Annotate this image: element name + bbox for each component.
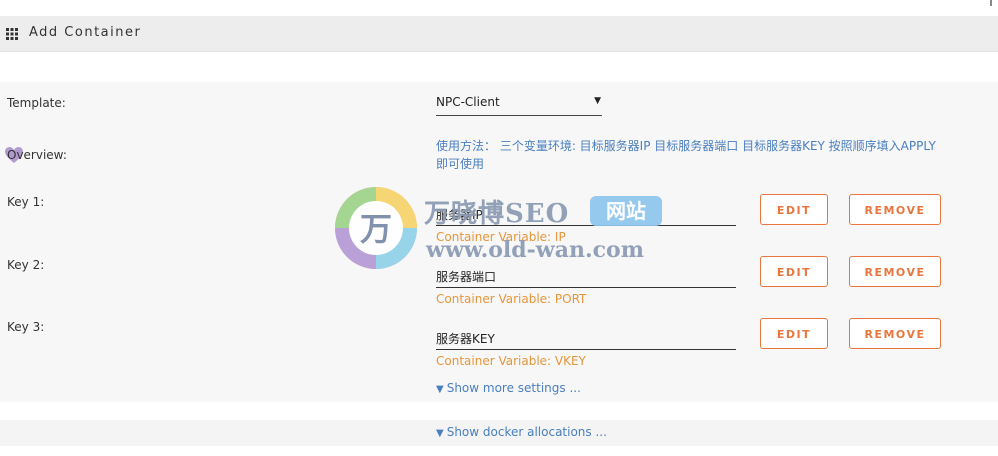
key-1-edit-button[interactable]: EDIT	[760, 194, 828, 225]
key-3-edit-button[interactable]: EDIT	[760, 318, 828, 349]
spacer	[0, 52, 998, 82]
watermark-line-1: 万晓博SEO	[424, 199, 570, 229]
key-1-label: Key 1:	[7, 195, 45, 209]
dropdown-arrow-icon: ▼	[594, 96, 601, 106]
watermark-badge: 网站	[590, 196, 662, 226]
key-3-remove-button[interactable]: REMOVE	[849, 318, 941, 349]
watermark-line-2: www.old-wan.com	[426, 237, 645, 263]
key-2-edit-button[interactable]: EDIT	[760, 256, 828, 287]
watermark-logo-icon: 万	[335, 187, 417, 269]
key-3-value: 服务器KEY	[436, 332, 495, 346]
overview-text: 使用方法： 三个变量环境: 目标服务器IP 目标服务器端口 目标服务器KEY 按…	[436, 139, 936, 171]
key-3-input[interactable]: 服务器KEY	[436, 327, 736, 350]
watermark-logo-char: 万	[360, 210, 392, 248]
top-bar-divider	[990, 0, 992, 6]
grid-icon	[6, 28, 18, 40]
show-more-settings-text: Show more settings ...	[446, 381, 581, 395]
show-docker-allocations-link[interactable]: ▼ Show docker allocations ...	[436, 425, 607, 439]
key-1-remove-button[interactable]: REMOVE	[849, 194, 941, 225]
bottom-strip	[0, 446, 998, 456]
key-2-remove-button[interactable]: REMOVE	[849, 256, 941, 287]
template-select[interactable]: NPC-Client ▼	[436, 95, 602, 116]
key-2-label: Key 2:	[7, 258, 45, 272]
key-3-label: Key 3:	[7, 320, 45, 334]
chevron-down-icon: ▼	[436, 428, 444, 439]
spacer-2	[0, 402, 998, 420]
show-more-settings-link[interactable]: ▼ Show more settings ...	[436, 381, 581, 395]
key-2-container-variable: Container Variable: PORT	[436, 292, 587, 306]
page-title: Add Container	[29, 25, 142, 40]
chevron-down-icon: ▼	[436, 384, 444, 395]
key-3-container-variable: Container Variable: VKEY	[436, 354, 586, 368]
top-bar	[0, 0, 998, 16]
template-select-value: NPC-Client	[436, 95, 500, 109]
panel-header: Add Container	[0, 16, 998, 52]
watermark: 万 万晓博SEO 网站 www.old-wan.com	[331, 183, 671, 273]
overview-label: Overview:	[7, 148, 67, 162]
show-docker-allocations-text: Show docker allocations ...	[446, 425, 607, 439]
template-label: Template:	[7, 96, 66, 110]
